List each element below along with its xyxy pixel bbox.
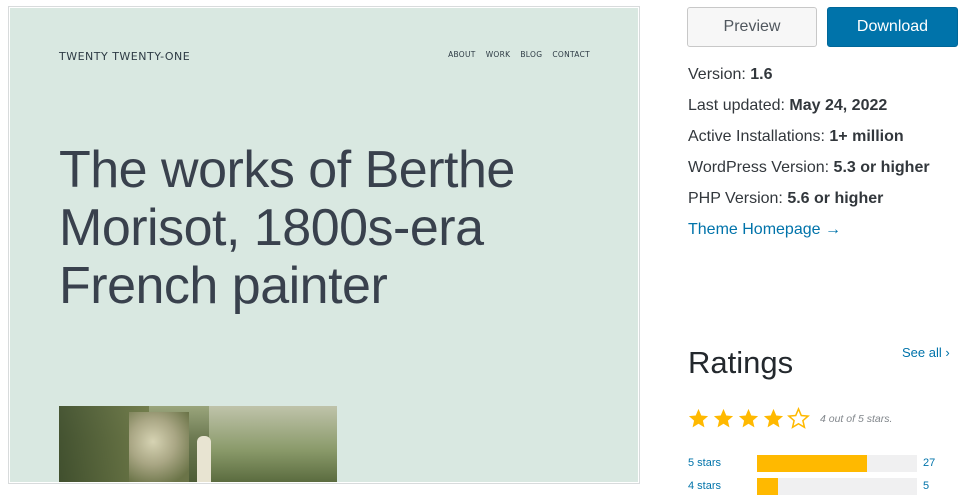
meta-last-updated: Last updated: May 24, 2022 bbox=[688, 97, 888, 114]
star-icon bbox=[738, 408, 759, 428]
theme-screenshot: TWENTY TWENTY-ONE ABOUT WORK BLOG CONTAC… bbox=[8, 6, 640, 484]
star-icon bbox=[688, 408, 709, 428]
meta-active-installations: Active Installations: 1+ million bbox=[688, 128, 904, 145]
rating-bar-fill bbox=[757, 455, 868, 472]
ratings-heading: Ratings bbox=[688, 345, 794, 380]
rating-bar-fill bbox=[757, 478, 778, 495]
meta-php-version: PHP Version: 5.6 or higher bbox=[688, 190, 884, 207]
hero-heading: The works of Berthe Morisot, 1800s-era F… bbox=[59, 141, 619, 315]
site-title: TWENTY TWENTY-ONE bbox=[59, 50, 191, 63]
theme-homepage-row: Theme Homepage → bbox=[688, 219, 930, 250]
nav-item-contact: CONTACT bbox=[552, 50, 590, 59]
nav-item-blog: BLOG bbox=[520, 50, 543, 59]
hero-line: French painter bbox=[59, 257, 388, 315]
nav-item-about: ABOUT bbox=[448, 50, 476, 59]
nav-item-work: WORK bbox=[485, 50, 511, 59]
rating-bar-label[interactable]: 5 stars bbox=[688, 457, 721, 469]
theme-meta: Version: 1.6 Last updated: May 24, 2022 … bbox=[688, 64, 930, 250]
rating-bar-count[interactable]: 27 bbox=[923, 457, 935, 469]
preview-button[interactable]: Preview bbox=[687, 7, 817, 47]
rating-bar-track bbox=[757, 478, 917, 495]
theme-homepage-link[interactable]: Theme Homepage → bbox=[688, 221, 841, 238]
rating-bar-5-stars[interactable]: 5 stars 27 bbox=[688, 455, 948, 478]
rating-bar-label[interactable]: 4 stars bbox=[688, 480, 721, 492]
meta-wordpress-version: WordPress Version: 5.3 or higher bbox=[688, 159, 930, 176]
rating-bar-track bbox=[757, 455, 917, 472]
meta-version: Version: 1.6 bbox=[688, 66, 773, 83]
download-button[interactable]: Download bbox=[827, 7, 958, 47]
rating-bar-4-stars[interactable]: 4 stars 5 bbox=[688, 478, 948, 501]
star-icon bbox=[763, 408, 784, 428]
star-icon bbox=[713, 408, 734, 428]
site-nav: ABOUT WORK BLOG CONTACT bbox=[448, 50, 590, 59]
hero-line: The works of Berthe bbox=[59, 141, 515, 199]
painting-image bbox=[59, 406, 337, 482]
star-empty-icon bbox=[787, 407, 810, 429]
see-all-link[interactable]: See all › bbox=[902, 345, 950, 360]
star-rating: 4 out of 5 stars. bbox=[687, 407, 892, 430]
rating-breakdown: 5 stars 27 4 stars 5 bbox=[688, 455, 948, 501]
theme-preview-image: TWENTY TWENTY-ONE ABOUT WORK BLOG CONTAC… bbox=[10, 8, 638, 482]
rating-bar-count[interactable]: 5 bbox=[923, 480, 929, 492]
hero-line: Morisot, 1800s-era bbox=[59, 199, 484, 257]
rating-text: 4 out of 5 stars. bbox=[820, 412, 893, 425]
